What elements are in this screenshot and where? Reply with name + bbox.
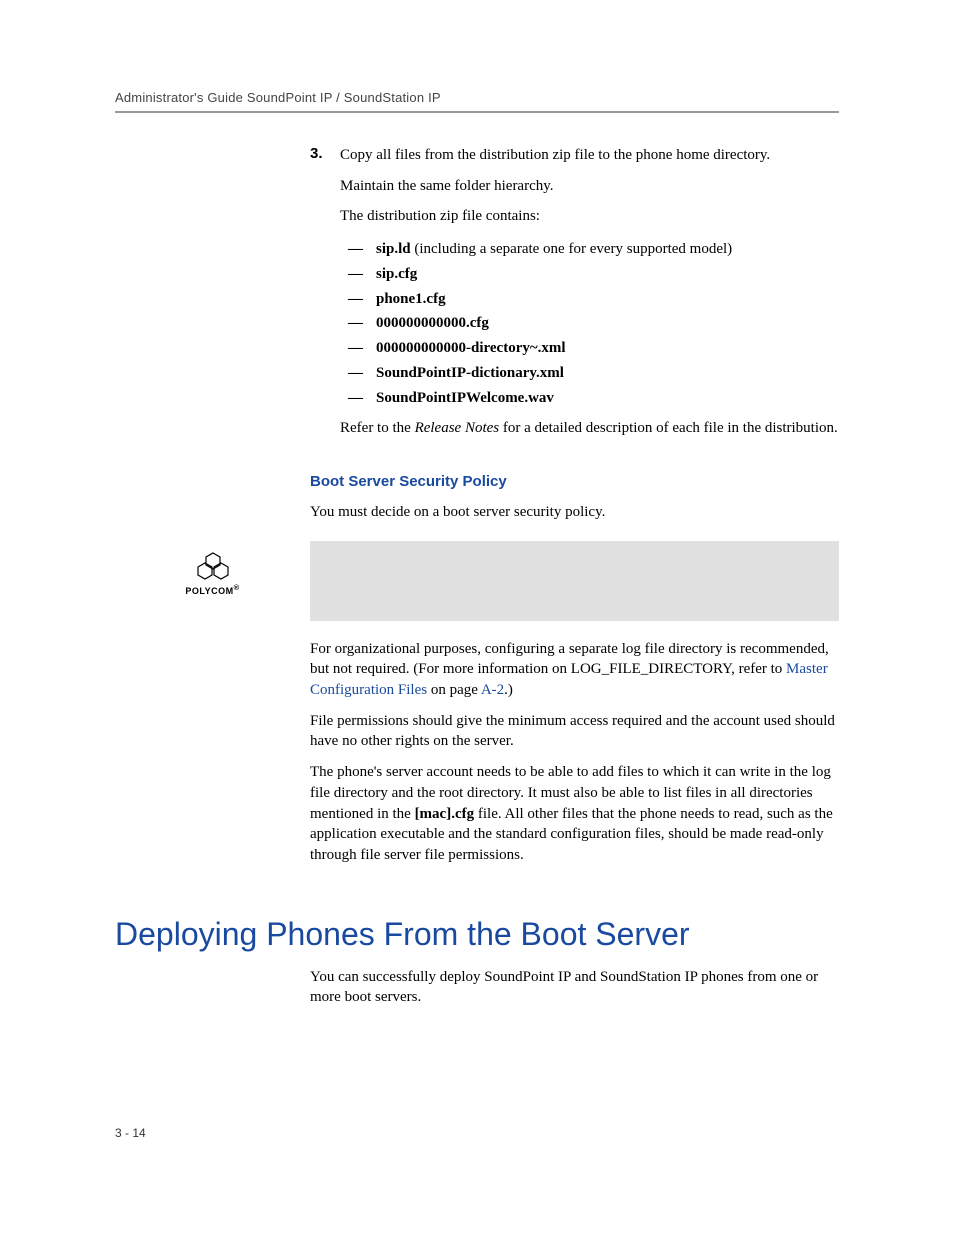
running-header: Administrator's Guide SoundPoint IP / So… [115, 90, 839, 105]
document-page: Administrator's Guide SoundPoint IP / So… [0, 0, 954, 1235]
bold-text: [mac].cfg [415, 806, 475, 822]
body-paragraph: For organizational purposes, configuring… [310, 639, 839, 701]
file-name: sip.ld [376, 241, 411, 257]
file-name: phone1.cfg [376, 291, 446, 307]
page-number: 3 - 14 [115, 1126, 146, 1140]
list-item: SoundPointIP-dictionary.xml [340, 361, 839, 386]
page-reference-link[interactable]: A-2 [481, 682, 504, 698]
main-content: 3. Copy all files from the distribution … [310, 145, 839, 866]
list-item: phone1.cfg [340, 287, 839, 312]
section-heading: Deploying Phones From the Boot Server [115, 916, 839, 953]
text-fragment: POLYCOM [185, 586, 233, 596]
subsection-heading: Boot Server Security Policy [310, 473, 839, 490]
file-name: sip.cfg [376, 266, 417, 282]
step-subtext: Maintain the same folder hierarchy. [340, 176, 839, 197]
list-item: SoundPointIPWelcome.wav [340, 386, 839, 411]
logo-label: POLYCOM® [115, 583, 310, 596]
step-number: 3. [310, 145, 340, 166]
list-item: sip.cfg [340, 262, 839, 287]
body-paragraph: You must decide on a boot server securit… [310, 502, 839, 523]
text-fragment: For organizational purposes, configuring… [310, 641, 829, 678]
text-fragment: for a detailed description of each file … [499, 420, 838, 436]
file-list: sip.ld (including a separate one for eve… [340, 237, 839, 410]
file-name: SoundPointIPWelcome.wav [376, 390, 554, 406]
list-item: 000000000000-directory~.xml [340, 336, 839, 361]
body-paragraph: The phone's server account needs to be a… [310, 762, 839, 865]
step-subtext: The distribution zip file contains: [340, 206, 839, 227]
note-block: POLYCOM® [115, 541, 839, 621]
numbered-step: 3. Copy all files from the distribution … [310, 145, 839, 166]
list-item: 000000000000.cfg [340, 311, 839, 336]
note-box [310, 541, 839, 621]
logo-container: POLYCOM® [115, 541, 310, 596]
text-fragment: on page [427, 682, 481, 698]
text-fragment: Refer to the [340, 420, 415, 436]
file-name: 000000000000-directory~.xml [376, 340, 566, 356]
list-item: sip.ld (including a separate one for eve… [340, 237, 839, 262]
file-name: 000000000000.cfg [376, 315, 489, 331]
text-fragment: .) [504, 682, 513, 698]
step-text: Copy all files from the distribution zip… [340, 145, 770, 166]
header-rule [115, 111, 839, 113]
refer-text: Refer to the Release Notes for a detaile… [340, 418, 839, 439]
file-name: SoundPointIP-dictionary.xml [376, 365, 564, 381]
body-paragraph: File permissions should give the minimum… [310, 711, 839, 752]
major-section: Deploying Phones From the Boot Server Yo… [115, 916, 839, 1008]
file-desc: (including a separate one for every supp… [411, 241, 733, 257]
body-paragraph: You can successfully deploy SoundPoint I… [310, 967, 839, 1008]
polycom-logo-icon [193, 551, 233, 581]
italic-text: Release Notes [415, 420, 500, 436]
